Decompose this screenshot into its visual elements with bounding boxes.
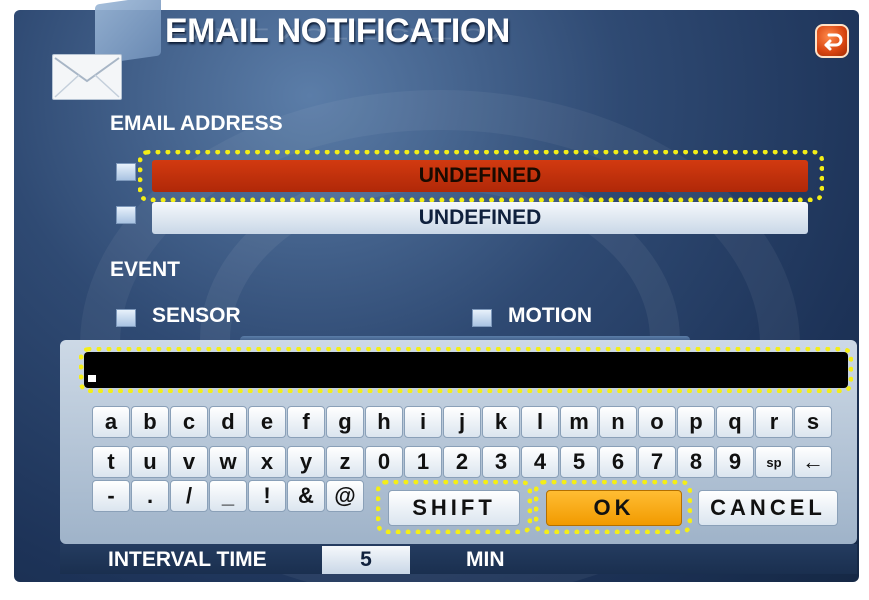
key-char[interactable]: h — [365, 406, 403, 438]
key-char[interactable]: 5 — [560, 446, 598, 478]
key-char[interactable]: a — [92, 406, 130, 438]
interval-time-label: INTERVAL TIME — [108, 548, 267, 571]
key-space[interactable]: sp — [755, 446, 793, 478]
key-char[interactable]: & — [287, 480, 325, 512]
key-char[interactable]: y — [287, 446, 325, 478]
key-char[interactable]: t — [92, 446, 130, 478]
key-char[interactable]: n — [599, 406, 637, 438]
key-char[interactable]: u — [131, 446, 169, 478]
key-char[interactable]: . — [131, 480, 169, 512]
key-char[interactable]: l — [521, 406, 559, 438]
back-button[interactable] — [815, 24, 849, 58]
key-char[interactable]: g — [326, 406, 364, 438]
key-char[interactable]: k — [482, 406, 520, 438]
key-char[interactable]: w — [209, 446, 247, 478]
key-char[interactable]: 2 — [443, 446, 481, 478]
key-char[interactable]: 3 — [482, 446, 520, 478]
email-address-label: EMAIL ADDRESS — [110, 112, 283, 135]
key-char[interactable]: 4 — [521, 446, 559, 478]
email-1-checkbox[interactable] — [116, 163, 136, 181]
sensor-checkbox[interactable] — [116, 309, 136, 327]
key-char[interactable]: x — [248, 446, 286, 478]
page-title-reflection: EMAIL NOTIFICATION — [165, 24, 510, 42]
key-char[interactable]: 0 — [365, 446, 403, 478]
key-char[interactable]: q — [716, 406, 754, 438]
key-char[interactable]: 8 — [677, 446, 715, 478]
key-char[interactable]: @ — [326, 480, 364, 512]
key-char[interactable]: e — [248, 406, 286, 438]
ok-highlight — [534, 480, 692, 534]
cancel-key[interactable]: CANCEL — [698, 490, 838, 526]
sensor-option-label: SENSOR — [152, 304, 241, 327]
key-char[interactable]: o — [638, 406, 676, 438]
key-char[interactable]: / — [170, 480, 208, 512]
motion-option-label: MOTION — [508, 304, 592, 327]
selection-highlight — [138, 150, 824, 202]
key-char[interactable]: v — [170, 446, 208, 478]
key-char[interactable]: s — [794, 406, 832, 438]
key-char[interactable]: f — [287, 406, 325, 438]
key-char[interactable]: c — [170, 406, 208, 438]
shift-highlight — [376, 480, 532, 534]
key-backspace[interactable]: ← — [794, 446, 832, 478]
event-label: EVENT — [110, 258, 181, 281]
email-2-checkbox[interactable] — [116, 206, 136, 224]
key-char[interactable]: 9 — [716, 446, 754, 478]
interval-time-unit: MIN — [466, 548, 505, 571]
key-char[interactable]: b — [131, 406, 169, 438]
input-highlight — [79, 347, 853, 393]
key-char[interactable]: ! — [248, 480, 286, 512]
motion-checkbox[interactable] — [472, 309, 492, 327]
key-char[interactable]: r — [755, 406, 793, 438]
key-char[interactable]: 1 — [404, 446, 442, 478]
key-char[interactable]: i — [404, 406, 442, 438]
key-char[interactable]: 6 — [599, 446, 637, 478]
key-char[interactable]: - — [92, 480, 130, 512]
email-address-field-2[interactable]: UNDEFINED — [152, 202, 808, 234]
key-char[interactable]: _ — [209, 480, 247, 512]
envelope-icon — [52, 54, 122, 100]
screen: EMAIL NOTIFICATION EMAIL NOTIFICATION EM… — [0, 0, 869, 600]
key-char[interactable]: 7 — [638, 446, 676, 478]
key-char[interactable]: z — [326, 446, 364, 478]
key-char[interactable]: p — [677, 406, 715, 438]
key-char[interactable]: j — [443, 406, 481, 438]
interval-time-value[interactable]: 5 — [322, 546, 410, 574]
key-char[interactable]: m — [560, 406, 598, 438]
key-char[interactable]: d — [209, 406, 247, 438]
return-arrow-icon — [824, 33, 843, 51]
